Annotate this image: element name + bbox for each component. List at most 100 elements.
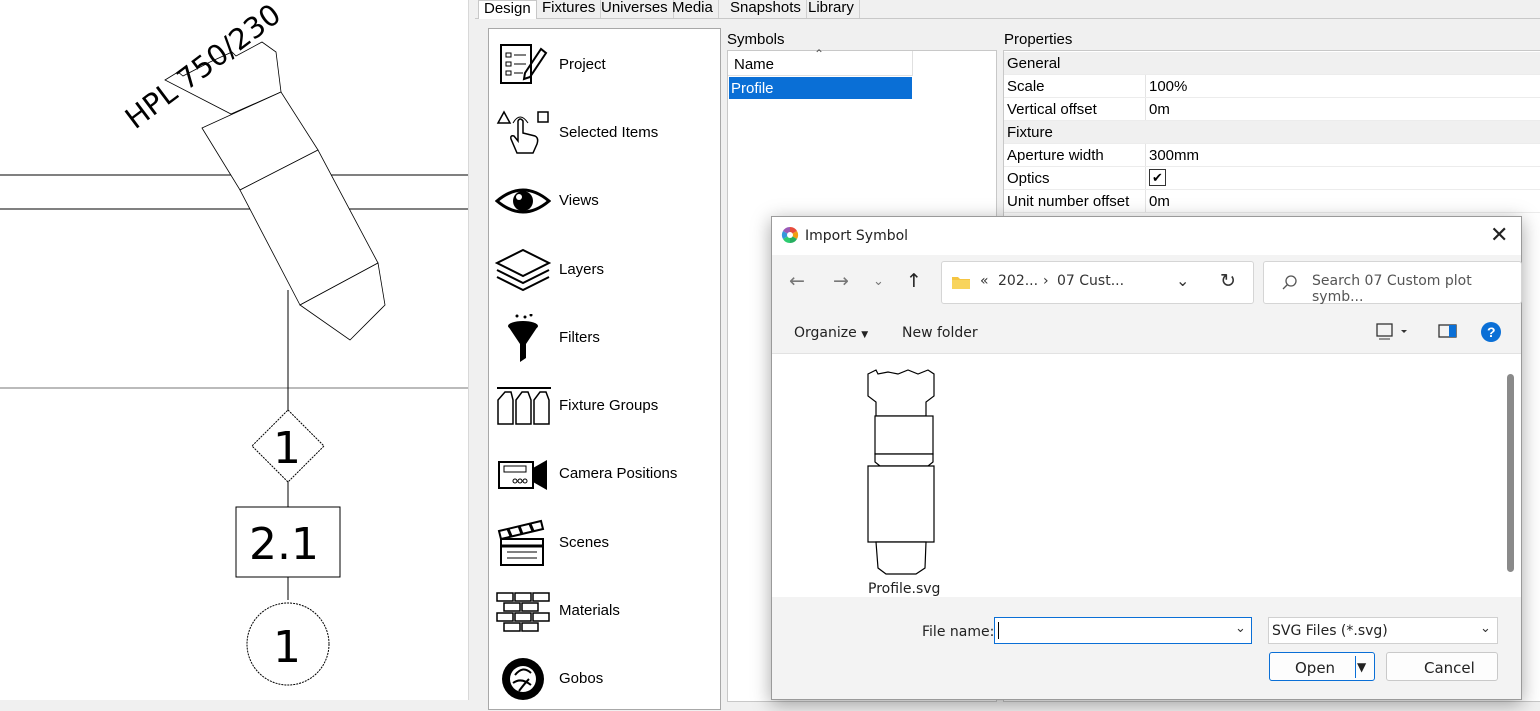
up-arrow-icon[interactable]: ↑ (906, 270, 922, 292)
file-item[interactable]: Profile.svg (858, 362, 948, 597)
search-placeholder: Search 07 Custom plot symb... (1312, 273, 1472, 305)
selected-items-icon (496, 110, 549, 154)
column-header-label: Name (734, 56, 775, 73)
property-row-unit-number-offset[interactable]: Unit number offset 0m (1004, 190, 1540, 213)
forward-arrow-icon[interactable]: → (833, 270, 849, 292)
circuit-number: 1 (273, 622, 301, 673)
nav-item-selected-items[interactable]: Selected Items (489, 101, 720, 161)
file-type-select[interactable]: SVG Files (*.svg) ⌄ (1268, 617, 1498, 644)
file-name-field-label: File name: (922, 624, 995, 640)
tab-universes[interactable]: Universes (596, 0, 674, 18)
channel-number: 2.1 (249, 519, 319, 570)
breadcrumb-separator: › (1043, 273, 1049, 289)
nav-item-gobos[interactable]: Gobos (489, 647, 720, 707)
nav-item-label: Gobos (559, 670, 604, 687)
layers-icon (495, 248, 551, 292)
preview-pane-icon (1438, 324, 1457, 338)
list-item[interactable]: Profile (729, 77, 912, 99)
list-item-label: Profile (731, 80, 774, 97)
nav-item-fixture-groups[interactable]: Fixture Groups (489, 374, 720, 434)
tab-fixtures[interactable]: Fixtures (537, 0, 602, 18)
property-key: Scale (1007, 78, 1045, 95)
view-layout-icon (1376, 323, 1407, 340)
preview-pane-button[interactable] (1438, 323, 1458, 343)
property-value[interactable]: 0m (1149, 101, 1170, 118)
symbols-title: Symbols (727, 31, 785, 48)
optics-checkbox[interactable]: ✔ (1149, 169, 1166, 186)
property-value[interactable]: 300mm (1149, 147, 1199, 164)
open-button[interactable]: Open ▼ (1269, 652, 1375, 681)
dropdown-arrow-icon: ▼ (861, 330, 869, 340)
main-tabs: Design Fixtures Universes Media Snapshot… (475, 0, 1540, 19)
help-button[interactable]: ? (1480, 321, 1502, 347)
property-value[interactable]: 100% (1149, 78, 1187, 95)
nav-item-label: Materials (559, 602, 620, 619)
tab-library[interactable]: Library (803, 0, 860, 18)
chevron-down-icon[interactable]: ⌄ (1480, 621, 1491, 636)
close-icon[interactable]: ✕ (1490, 223, 1508, 248)
vertical-scrollbar[interactable] (1505, 374, 1515, 574)
funnel-icon (508, 314, 538, 362)
sort-ascending-icon: ⌃ (814, 47, 825, 61)
property-key: Aperture width (1007, 147, 1104, 164)
nav-item-label: Views (559, 192, 599, 209)
svg-file-thumbnail (867, 369, 935, 575)
dialog-titlebar[interactable]: Import Symbol ✕ (772, 217, 1521, 255)
dialog-navigation-bar: ← → ⌄ ↑ « 202... › 07 Cust... ⌄ ↻ Search… (772, 255, 1522, 313)
splitter-handle[interactable] (468, 0, 476, 700)
property-row-aperture-width[interactable]: Aperture width 300mm (1004, 144, 1540, 167)
open-dropdown-arrow-icon[interactable]: ▼ (1357, 660, 1366, 674)
nav-item-label: Filters (559, 329, 600, 346)
breadcrumb-item[interactable]: 202... (998, 273, 1038, 289)
nav-item-views[interactable]: Views (489, 169, 720, 229)
eye-icon (495, 188, 551, 214)
property-category-general[interactable]: General (1004, 52, 1540, 75)
refresh-icon[interactable]: ↻ (1220, 270, 1236, 292)
property-value[interactable]: 0m (1149, 193, 1170, 210)
organize-button[interactable]: Organize ▼ (794, 325, 868, 341)
tab-snapshots[interactable]: Snapshots (725, 0, 807, 18)
column-header-name[interactable]: ⌃ Name (728, 47, 913, 76)
back-arrow-icon[interactable]: ← (789, 270, 805, 292)
chevron-down-icon[interactable]: ⌄ (1176, 271, 1189, 290)
app-icon (781, 226, 799, 244)
breadcrumb-overflow[interactable]: « (980, 273, 989, 289)
scrollbar-thumb[interactable] (1507, 374, 1514, 572)
nav-item-label: Selected Items (559, 124, 659, 141)
plot-canvas[interactable]: HPL 750/230 1 2.1 1 (0, 0, 468, 700)
cancel-button[interactable]: Cancel (1386, 652, 1498, 681)
file-name-input[interactable]: ⌄ (994, 617, 1252, 644)
dialog-command-bar: Organize ▼ New folder ? (772, 313, 1521, 354)
recent-locations-chevron-icon[interactable]: ⌄ (873, 274, 884, 289)
tab-design[interactable]: Design (478, 0, 537, 19)
address-bar[interactable]: « 202... › 07 Cust... ⌄ ↻ (941, 261, 1254, 304)
new-folder-button[interactable]: New folder (902, 325, 978, 341)
nav-item-project[interactable]: Project (489, 33, 720, 93)
open-button-label: Open (1295, 659, 1336, 677)
file-list-area[interactable]: Profile.svg (772, 354, 1521, 597)
file-type-value: SVG Files (*.svg) (1272, 623, 1388, 639)
property-row-scale[interactable]: Scale 100% (1004, 75, 1540, 98)
search-box[interactable]: Search 07 Custom plot symb... (1263, 261, 1522, 305)
tab-media[interactable]: Media (667, 0, 719, 18)
plot-drawing: HPL 750/230 1 2.1 1 (0, 0, 468, 686)
chevron-down-icon[interactable]: ⌄ (1235, 621, 1246, 636)
help-icon: ? (1481, 322, 1501, 342)
properties-title: Properties (1004, 31, 1073, 48)
view-options-button[interactable] (1376, 321, 1410, 345)
property-row-optics[interactable]: Optics ✔ (1004, 167, 1540, 190)
bricks-icon (496, 592, 550, 632)
gobo-icon (502, 658, 544, 700)
nav-item-layers[interactable]: Layers (489, 238, 720, 298)
breadcrumb-item[interactable]: 07 Cust... (1057, 273, 1124, 289)
nav-item-camera-positions[interactable]: Camera Positions (489, 442, 720, 502)
import-symbol-dialog: Import Symbol ✕ ← → ⌄ ↑ « 202... › 07 Cu… (771, 216, 1522, 700)
nav-item-filters[interactable]: Filters (489, 306, 720, 366)
property-category-fixture[interactable]: Fixture (1004, 121, 1540, 144)
dialog-footer: File name: ⌄ SVG Files (*.svg) ⌄ Open ▼ … (772, 597, 1521, 699)
property-row-vertical-offset[interactable]: Vertical offset 0m (1004, 98, 1540, 121)
nav-item-materials[interactable]: Materials (489, 579, 720, 639)
nav-item-scenes[interactable]: Scenes (489, 511, 720, 571)
nav-item-label: Layers (559, 261, 605, 278)
organize-label: Organize (794, 325, 857, 341)
